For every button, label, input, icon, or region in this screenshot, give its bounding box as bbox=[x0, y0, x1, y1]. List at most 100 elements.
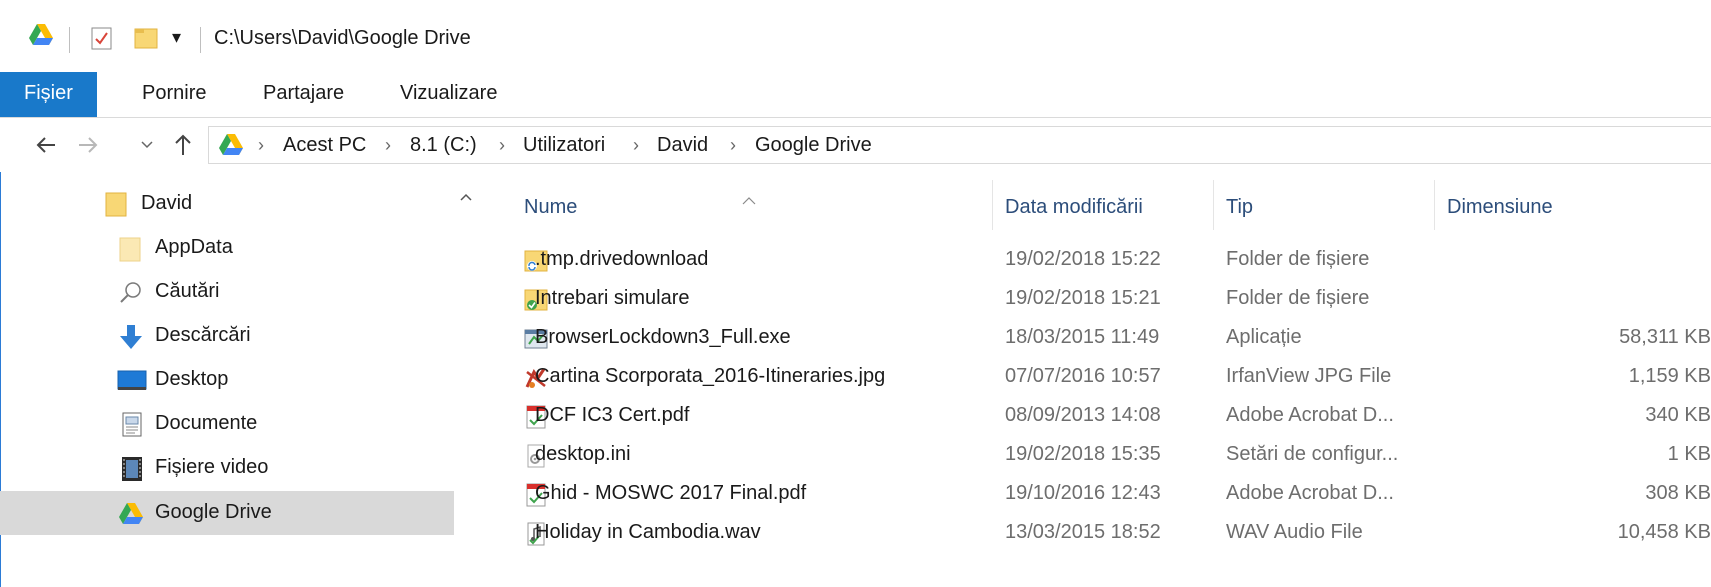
file-type: Aplicație bbox=[1226, 326, 1302, 348]
list-item[interactable]: desktop.ini 19/02/2018 15:35 Setări de c… bbox=[490, 436, 1711, 475]
file-date: 07/07/2016 10:57 bbox=[1005, 365, 1161, 387]
nav-item-label: Desktop bbox=[155, 368, 229, 390]
ribbon-tabs: Fișier Pornire Partajare Vizualizare bbox=[0, 72, 1711, 118]
file-date: 18/03/2015 11:49 bbox=[1005, 326, 1160, 348]
forward-button[interactable] bbox=[77, 118, 99, 172]
file-type: WAV Audio File bbox=[1226, 521, 1363, 543]
file-date: 19/02/2018 15:21 bbox=[1005, 287, 1161, 309]
nav-item-google-drive[interactable]: Google Drive bbox=[0, 491, 454, 535]
file-date: 19/02/2018 15:22 bbox=[1005, 248, 1161, 270]
scroll-up-icon[interactable] bbox=[459, 190, 475, 210]
chevron-right-icon[interactable]: › bbox=[730, 127, 736, 165]
nav-item-david[interactable]: David bbox=[0, 182, 454, 226]
folder-icon bbox=[105, 191, 131, 217]
file-size: 1,159 KB bbox=[1628, 365, 1711, 387]
nav-item-documents[interactable]: Documente bbox=[0, 402, 454, 446]
file-type: Folder de fișiere bbox=[1226, 287, 1370, 309]
file-type: Adobe Acrobat D... bbox=[1226, 404, 1394, 426]
file-date: 19/10/2016 12:43 bbox=[1005, 482, 1161, 504]
list-item[interactable]: Holiday in Cambodia.wav 13/03/2015 18:52… bbox=[490, 514, 1711, 553]
column-header-type[interactable]: Tip bbox=[1214, 180, 1434, 230]
navigation-pane: David AppData Căutări Descărcări Desktop… bbox=[0, 180, 454, 587]
list-item[interactable]: Ghid - MOSWC 2017 Final.pdf 19/10/2016 1… bbox=[490, 475, 1711, 514]
list-item[interactable]: BrowserLockdown3_Full.exe 18/03/2015 11:… bbox=[490, 319, 1711, 358]
list-item[interactable]: DCF IC3 Cert.pdf 08/09/2013 14:08 Adobe … bbox=[490, 397, 1711, 436]
window-title: C:\Users\David\Google Drive bbox=[214, 27, 471, 49]
recent-locations-button[interactable] bbox=[140, 118, 154, 172]
nav-item-downloads[interactable]: Descărcări bbox=[0, 314, 454, 358]
google-drive-icon bbox=[29, 24, 53, 46]
nav-item-label: Descărcări bbox=[155, 324, 251, 346]
new-folder-icon[interactable] bbox=[134, 26, 158, 50]
file-type: Setări de configur... bbox=[1226, 443, 1399, 465]
breadcrumb-google-drive[interactable]: Google Drive bbox=[755, 127, 872, 165]
file-date: 08/09/2013 14:08 bbox=[1005, 404, 1161, 426]
document-icon bbox=[121, 412, 147, 438]
sort-ascending-icon bbox=[741, 196, 757, 206]
file-date: 13/03/2015 18:52 bbox=[1005, 521, 1161, 543]
list-item[interactable]: .tmp.drivedownload 19/02/2018 15:22 Fold… bbox=[490, 241, 1711, 280]
nav-item-appdata[interactable]: AppData bbox=[0, 226, 454, 270]
breadcrumb-david[interactable]: David bbox=[657, 127, 708, 165]
file-size: 340 KB bbox=[1645, 404, 1711, 426]
title-bar: ▾ C:\Users\David\Google Drive bbox=[0, 0, 1711, 72]
nav-item-label: David bbox=[141, 192, 193, 214]
file-name: Intrebari simulare bbox=[535, 287, 690, 309]
file-type: Adobe Acrobat D... bbox=[1226, 482, 1394, 504]
column-header-label: Data modificării bbox=[1005, 196, 1143, 218]
address-bar[interactable]: › Acest PC › 8.1 (C:) › Utilizatori › Da… bbox=[208, 126, 1711, 164]
file-name: DCF IC3 Cert.pdf bbox=[535, 404, 690, 426]
file-type: Folder de fișiere bbox=[1226, 248, 1370, 270]
tab-view[interactable]: Vizualizare bbox=[400, 72, 497, 117]
nav-item-label: Google Drive bbox=[155, 501, 272, 523]
file-name: Holiday in Cambodia.wav bbox=[535, 521, 761, 543]
folder-light-icon bbox=[119, 236, 145, 262]
column-header-date[interactable]: Data modificării bbox=[993, 180, 1213, 230]
list-item[interactable]: Cartina Scorporata_2016-Itineraries.jpg … bbox=[490, 358, 1711, 397]
file-size: 1 KB bbox=[1667, 443, 1711, 465]
file-list: Nume Data modificării Tip Dimensiune .tm… bbox=[490, 180, 1711, 587]
tab-share[interactable]: Partajare bbox=[263, 72, 344, 117]
tab-home[interactable]: Pornire bbox=[142, 72, 206, 117]
file-size: 10,458 KB bbox=[1617, 521, 1711, 543]
chevron-right-icon[interactable]: › bbox=[385, 127, 391, 165]
chevron-right-icon[interactable]: › bbox=[499, 127, 505, 165]
column-header-label: Dimensiune bbox=[1447, 196, 1553, 218]
file-name: BrowserLockdown3_Full.exe bbox=[535, 326, 791, 348]
file-name: Cartina Scorporata_2016-Itineraries.jpg bbox=[535, 365, 886, 387]
address-row: › Acest PC › 8.1 (C:) › Utilizatori › Da… bbox=[0, 118, 1711, 172]
nav-item-label: Căutări bbox=[155, 280, 220, 302]
nav-item-label: Fișiere video bbox=[155, 456, 269, 478]
nav-item-label: AppData bbox=[155, 236, 233, 258]
separator bbox=[69, 27, 70, 53]
file-size: 58,311 KB bbox=[1619, 326, 1711, 348]
nav-item-desktop[interactable]: Desktop bbox=[0, 358, 454, 402]
chevron-right-icon[interactable]: › bbox=[258, 127, 264, 165]
file-name: Ghid - MOSWC 2017 Final.pdf bbox=[535, 482, 807, 504]
back-button[interactable] bbox=[35, 118, 57, 172]
nav-item-label: Documente bbox=[155, 412, 258, 434]
tab-file[interactable]: Fișier bbox=[0, 72, 97, 117]
breadcrumb-users[interactable]: Utilizatori bbox=[523, 127, 605, 165]
file-name: desktop.ini bbox=[535, 443, 631, 465]
list-item[interactable]: Intrebari simulare 19/02/2018 15:21 Fold… bbox=[490, 280, 1711, 319]
file-name: .tmp.drivedownload bbox=[535, 248, 709, 270]
breadcrumb-drive-c[interactable]: 8.1 (C:) bbox=[410, 127, 477, 165]
separator bbox=[200, 27, 201, 53]
breadcrumb-this-pc[interactable]: Acest PC bbox=[283, 127, 366, 165]
properties-icon[interactable] bbox=[91, 26, 113, 50]
column-header-name[interactable]: Nume bbox=[490, 180, 992, 230]
column-header-label: Nume bbox=[524, 196, 578, 218]
desktop-icon bbox=[117, 368, 147, 394]
up-button[interactable] bbox=[172, 118, 194, 172]
google-drive-icon bbox=[219, 134, 243, 156]
chevron-right-icon[interactable]: › bbox=[633, 127, 639, 165]
nav-item-searches[interactable]: Căutări bbox=[0, 270, 454, 314]
download-icon bbox=[119, 324, 145, 350]
video-icon bbox=[121, 456, 147, 482]
column-header-size[interactable]: Dimensiune bbox=[1435, 180, 1711, 230]
file-size: 308 KB bbox=[1645, 482, 1711, 504]
search-icon bbox=[119, 280, 145, 306]
qat-dropdown-icon[interactable]: ▾ bbox=[172, 27, 181, 48]
nav-item-videos[interactable]: Fișiere video bbox=[0, 446, 454, 490]
